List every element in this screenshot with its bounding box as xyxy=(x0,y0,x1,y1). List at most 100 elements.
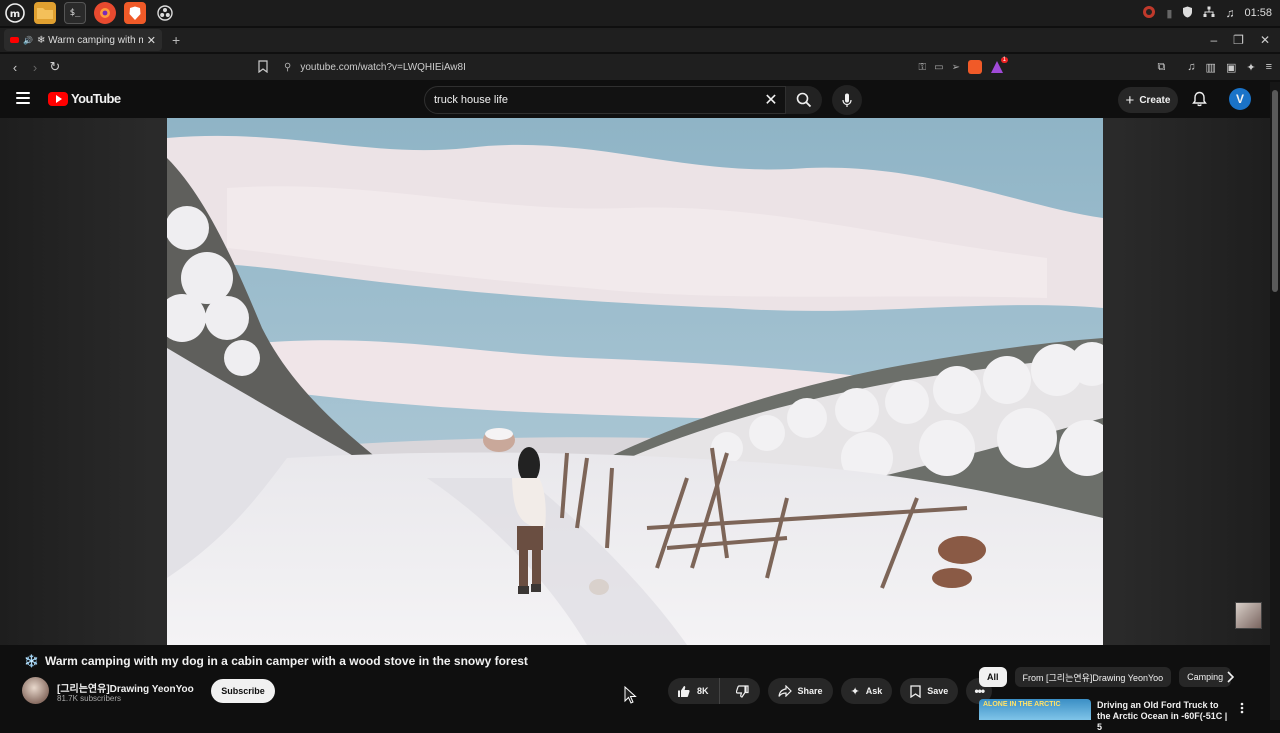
menu-icon[interactable]: ≡ xyxy=(1266,61,1272,73)
url-text[interactable]: youtube.com/watch?v=LWQHIEiAw8I xyxy=(300,62,466,73)
save-playlist-icon xyxy=(910,684,921,698)
ext-badge: 1 xyxy=(1000,57,1008,63)
create-button[interactable]: + Create xyxy=(1118,87,1178,113)
sidebar-icon[interactable]: ▥ xyxy=(1206,61,1216,74)
address-toolbar: ‹ › ↻ ⚲ youtube.com/watch?v=LWQHIEiAw8I … xyxy=(0,54,1280,80)
url-bar[interactable]: ⚲ youtube.com/watch?v=LWQHIEiAw8I ⚿ ▭ ➢ … xyxy=(284,56,1008,78)
youtube-favicon-icon xyxy=(10,37,19,43)
music-tray-icon[interactable]: ♫ xyxy=(1225,6,1234,20)
microphone-icon xyxy=(842,93,852,107)
sparkle-icon: ✦ xyxy=(850,685,860,698)
video-player[interactable] xyxy=(167,118,1103,645)
back-icon[interactable]: ‹ xyxy=(5,60,25,75)
cast-icon[interactable]: ▭ xyxy=(934,62,943,73)
video-actions: 8K Share ✦ Ask Save ••• xyxy=(668,678,993,704)
page-scrollbar[interactable] xyxy=(1270,82,1280,720)
search-input[interactable] xyxy=(425,94,757,106)
tab-close-icon[interactable]: ✕ xyxy=(147,34,156,47)
speaker-icon[interactable]: 🔊 xyxy=(23,36,33,45)
site-info-icon[interactable]: ⚲ xyxy=(284,62,291,73)
leo-ai-icon[interactable]: ✦ xyxy=(1246,61,1255,74)
firefox-icon[interactable] xyxy=(94,2,116,24)
search-button[interactable] xyxy=(786,86,822,114)
clear-search-icon[interactable]: ✕ xyxy=(757,90,785,110)
youtube-logo-text: YouTube xyxy=(71,91,121,106)
tray-separator-icon: ▮ xyxy=(1166,7,1173,20)
voice-search-button[interactable] xyxy=(832,85,862,115)
guide-menu-icon[interactable] xyxy=(16,92,30,104)
chip-from-channel[interactable]: From [그리는연유]Drawing YeonYoo xyxy=(1014,667,1172,687)
youtube-play-icon xyxy=(48,91,68,106)
video-title: ❄️ Warm camping with my dog in a cabin c… xyxy=(24,654,528,668)
like-count: 8K xyxy=(697,686,709,696)
browser-toolbar-right: ⧉ ♫ ▥ ▣ ✦ ≡ xyxy=(1157,54,1272,80)
youtube-header: YouTube ✕ + Create V xyxy=(0,82,1270,118)
url-actions: ⚿ ▭ ➢ 1 xyxy=(919,56,1008,78)
search-icon xyxy=(796,92,812,108)
brave-rewards-icon[interactable]: 1 xyxy=(990,57,1008,74)
browser-tab-strip: 🔊 ❄ Warm camping with my dog ✕ + xyxy=(0,28,1280,52)
related-chips: All From [그리는연유]Drawing YeonYoo Camping xyxy=(979,667,1244,687)
subscriber-count: 81.7K subscribers xyxy=(57,694,122,703)
bookmark-icon[interactable] xyxy=(258,60,268,78)
thumbs-down-icon xyxy=(735,684,749,698)
music-queue-icon[interactable]: ♫ xyxy=(1187,61,1195,73)
network-tray-icon[interactable] xyxy=(1203,6,1215,21)
recommended-title[interactable]: Driving an Old Ford Truck to the Arctic … xyxy=(1097,700,1233,733)
like-dislike-group: 8K xyxy=(668,678,760,704)
minimize-icon[interactable]: – xyxy=(1210,33,1217,47)
search-box: ✕ xyxy=(424,86,786,114)
tab-title: ❄ Warm camping with my dog xyxy=(36,34,143,46)
svg-text:m: m xyxy=(10,9,20,20)
reload-icon[interactable]: ↻ xyxy=(45,59,65,75)
youtube-logo[interactable]: YouTube xyxy=(48,91,121,106)
chip-all[interactable]: All xyxy=(979,667,1007,687)
share-icon xyxy=(777,685,792,697)
create-label: Create xyxy=(1139,94,1171,106)
floating-thumbnail[interactable] xyxy=(1235,602,1262,629)
account-avatar[interactable]: V xyxy=(1229,88,1251,110)
clock[interactable]: 01:58 xyxy=(1244,7,1272,19)
snowflake-icon: ❄️ xyxy=(24,654,39,668)
ask-button[interactable]: ✦ Ask xyxy=(840,678,893,704)
forward-icon[interactable]: › xyxy=(25,60,45,75)
key-icon[interactable]: ⚿ xyxy=(919,62,927,73)
screenshot-icon[interactable]: ⧉ xyxy=(1157,61,1165,74)
channel-name[interactable]: [그리는연유]Drawing YeonYoo xyxy=(57,680,194,695)
wallet-icon[interactable]: ▣ xyxy=(1226,61,1236,74)
terminal-icon[interactable]: $_ xyxy=(64,2,86,24)
share-label: Share xyxy=(797,686,823,696)
tab-youtube[interactable]: 🔊 ❄ Warm camping with my dog ✕ xyxy=(4,29,162,51)
new-tab-icon[interactable]: + xyxy=(172,32,180,48)
like-button[interactable]: 8K xyxy=(668,678,720,704)
save-button[interactable]: Save xyxy=(900,678,959,704)
chips-next-icon[interactable] xyxy=(1226,670,1235,688)
scrollbar-thumb[interactable] xyxy=(1272,90,1278,292)
dislike-button[interactable] xyxy=(726,678,760,704)
subscribe-button[interactable]: Subscribe xyxy=(211,679,275,703)
maximize-icon[interactable]: ❐ xyxy=(1233,33,1244,47)
obs-icon[interactable] xyxy=(154,2,176,24)
channel-avatar[interactable] xyxy=(22,677,49,704)
send-icon[interactable]: ➢ xyxy=(952,62,960,73)
rec-thumb-text: ALONE IN THE ARCTIC xyxy=(983,701,1061,708)
mint-menu-icon[interactable]: m xyxy=(4,2,26,24)
share-button[interactable]: Share xyxy=(767,678,833,704)
video-frame-snowy-landscape xyxy=(167,118,1103,645)
shield-tray-icon[interactable] xyxy=(1182,6,1193,21)
ask-label: Ask xyxy=(865,686,883,696)
thumbs-up-icon xyxy=(678,685,690,697)
brave-shield-icon[interactable] xyxy=(968,60,982,74)
mouse-cursor-icon xyxy=(624,685,638,709)
chip-camping[interactable]: Camping xyxy=(1179,667,1232,687)
brave-icon[interactable] xyxy=(124,2,146,24)
recommended-thumbnail[interactable]: ALONE IN THE ARCTIC xyxy=(979,699,1091,720)
obs-tray-icon[interactable] xyxy=(1142,5,1156,22)
files-icon[interactable] xyxy=(34,2,56,24)
os-taskbar: m $_ ▮ ♫ 01:58 xyxy=(0,0,1280,26)
save-label: Save xyxy=(927,686,949,696)
rec-more-icon[interactable] xyxy=(1240,701,1244,719)
window-close-icon[interactable]: ✕ xyxy=(1260,33,1270,47)
notifications-bell-icon[interactable] xyxy=(1192,91,1207,112)
plus-icon: + xyxy=(1125,91,1135,109)
